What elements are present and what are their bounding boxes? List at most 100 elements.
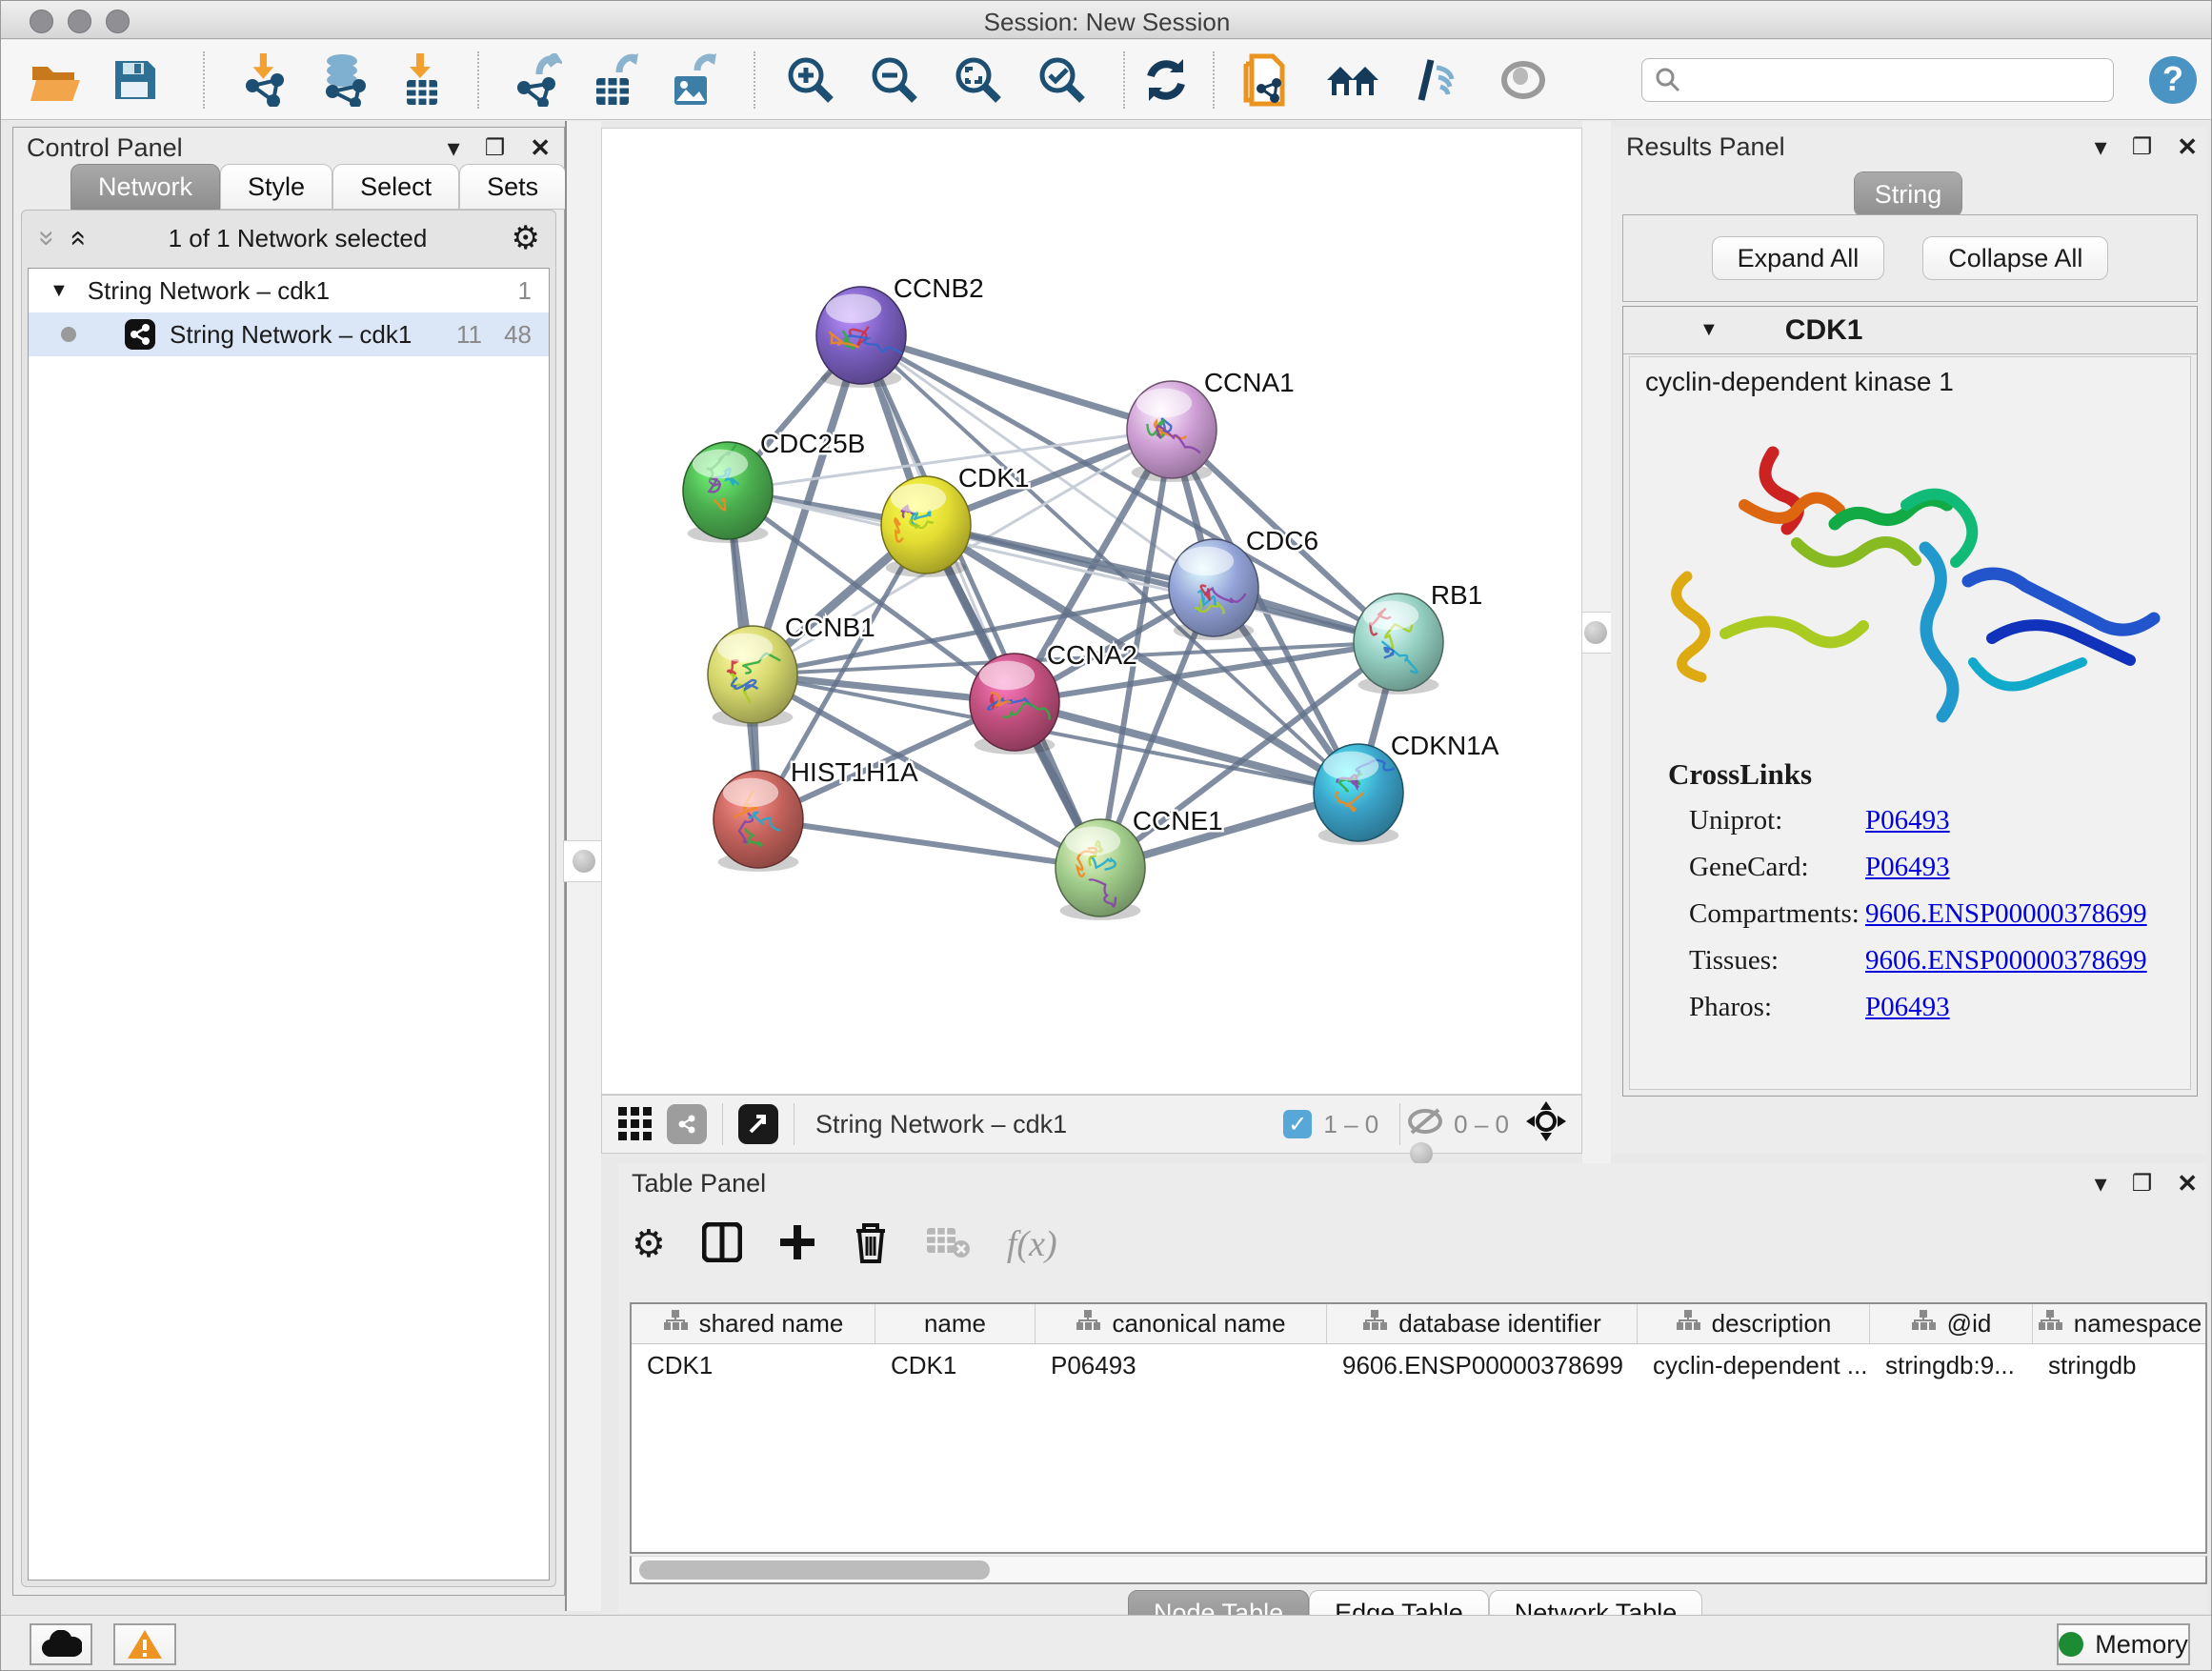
table-settings-gear-icon[interactable]: ⚙ xyxy=(632,1222,666,1266)
tab-select[interactable]: Select xyxy=(332,164,459,210)
crosslink-link[interactable]: 9606.ENSP00000378699 xyxy=(1865,898,2147,930)
column-header-name[interactable]: name xyxy=(875,1304,1036,1343)
crosslink-link[interactable]: 9606.ENSP00000378699 xyxy=(1865,945,2147,976)
search-input[interactable] xyxy=(1641,58,2114,102)
float-panel-icon[interactable]: ❐ xyxy=(485,134,506,162)
cloud-button[interactable] xyxy=(30,1623,92,1665)
control-panel-title: Control Panel xyxy=(27,133,183,163)
import-network-file-icon[interactable] xyxy=(239,53,292,107)
table-header-row: shared namenamecanonical namedatabase id… xyxy=(632,1304,2205,1344)
column-namespace-icon xyxy=(1362,1309,1387,1339)
protein-structure-image xyxy=(1630,414,2163,748)
crosslink-link[interactable]: P06493 xyxy=(1865,852,1950,883)
scrollbar-thumb[interactable] xyxy=(639,1560,990,1580)
memory-button[interactable]: Memory xyxy=(2057,1623,2190,1665)
help-icon[interactable]: ? xyxy=(2146,53,2200,107)
function-builder-icon[interactable]: f(x) xyxy=(1007,1223,1057,1265)
tab-string[interactable]: String xyxy=(1855,172,1961,216)
column-namespace-icon xyxy=(1676,1309,1700,1339)
edge-CCNB2-CCNE1[interactable] xyxy=(861,335,1100,868)
zoom-in-icon[interactable] xyxy=(784,53,837,107)
delete-column-icon[interactable] xyxy=(853,1221,889,1268)
network-row[interactable]: String Network – cdk1 11 48 xyxy=(29,312,549,356)
cell-shared-name[interactable]: CDK1 xyxy=(632,1344,875,1386)
crosslink-label: Tissues: xyxy=(1689,945,1865,976)
crosslink-label: Pharos: xyxy=(1689,992,1865,1023)
hidden-count: 0 – 0 xyxy=(1454,1110,1509,1139)
node-label-CDKN1A: CDKN1A xyxy=(1391,731,1499,760)
collapse-all-button[interactable]: Collapse All xyxy=(1922,236,2108,280)
column-header--id[interactable]: @id xyxy=(1870,1304,2033,1343)
open-in-new-window-icon[interactable] xyxy=(738,1104,778,1144)
cdk1-expander-icon[interactable]: ▼ xyxy=(1699,319,1719,341)
edge-CCNB2-CCNA1[interactable] xyxy=(861,335,1172,430)
column-header-shared-name[interactable]: shared name xyxy=(632,1304,875,1343)
add-column-icon[interactable] xyxy=(778,1223,816,1266)
selected-checkbox-icon[interactable]: ✓ xyxy=(1283,1110,1312,1138)
warning-button[interactable] xyxy=(113,1623,176,1665)
float-results-icon[interactable]: ❐ xyxy=(2132,133,2153,161)
column-header-namespace[interactable]: namespace xyxy=(2033,1304,2207,1343)
collection-expander-icon[interactable]: ▼ xyxy=(50,280,69,302)
birdseye-grid-icon[interactable] xyxy=(613,1097,657,1151)
network-collection-row[interactable]: ▼ String Network – cdk1 1 xyxy=(29,269,549,312)
cell-description[interactable]: cyclin-dependent ... xyxy=(1638,1344,1870,1386)
edge-HIST1H1A-CCNE1[interactable] xyxy=(758,819,1100,868)
export-network-icon[interactable] xyxy=(511,53,564,107)
cell-canonical-name[interactable]: P06493 xyxy=(1036,1344,1327,1386)
document-share-icon[interactable] xyxy=(1239,53,1293,107)
network-share-icon xyxy=(124,318,156,351)
column-header-canonical-name[interactable]: canonical name xyxy=(1036,1304,1327,1343)
show-columns-icon[interactable] xyxy=(702,1222,742,1267)
crosslink-link[interactable]: P06493 xyxy=(1865,805,1950,836)
crosslink-link[interactable]: P06493 xyxy=(1865,992,1950,1023)
collapse-results-icon[interactable]: ▾ xyxy=(2095,132,2107,162)
open-session-icon[interactable] xyxy=(30,53,83,107)
cell-database-identifier[interactable]: 9606.ENSP00000378699 xyxy=(1327,1344,1638,1386)
column-header-database-identifier[interactable]: database identifier xyxy=(1327,1304,1638,1343)
close-panel-icon[interactable]: ✕ xyxy=(530,133,551,163)
expand-all-button[interactable]: Expand All xyxy=(1712,236,1885,280)
network-canvas[interactable]: CCNB2CCNA1CDC25BCDK1CDC6RB1CCNB1CCNA2CDK… xyxy=(601,128,1582,1095)
export-image-icon[interactable] xyxy=(667,53,720,107)
selected-count: 1 – 0 xyxy=(1323,1110,1378,1139)
zoom-out-icon[interactable] xyxy=(868,53,921,107)
left-splitter[interactable] xyxy=(565,121,601,1611)
network-status-dot xyxy=(61,327,76,342)
horizontal-splitter[interactable] xyxy=(601,1154,1582,1163)
save-session-icon[interactable] xyxy=(108,53,161,107)
home-network-icon[interactable] xyxy=(1325,53,1378,107)
refresh-icon[interactable] xyxy=(1139,53,1193,107)
network-options-gear-icon[interactable]: ⚙ xyxy=(512,219,540,257)
collapse-table-icon[interactable]: ▾ xyxy=(2095,1169,2107,1198)
cell-name[interactable]: CDK1 xyxy=(875,1344,1036,1386)
expand-all-networks-icon[interactable]: » xyxy=(60,231,92,247)
collapse-panel-icon[interactable]: ▾ xyxy=(448,133,460,163)
table-horizontal-scrollbar[interactable] xyxy=(630,1556,2207,1584)
close-results-icon[interactable]: ✕ xyxy=(2177,132,2198,162)
cell-namespace[interactable]: stringdb xyxy=(2033,1344,2207,1386)
zoom-fit-icon[interactable] xyxy=(952,53,1005,107)
delete-table-icon[interactable] xyxy=(925,1224,971,1265)
cell--id[interactable]: stringdb:9... xyxy=(1870,1344,2033,1386)
import-table-icon[interactable] xyxy=(395,53,449,107)
tab-network[interactable]: Network xyxy=(70,164,220,210)
import-network-database-icon[interactable] xyxy=(317,53,371,107)
float-table-icon[interactable]: ❐ xyxy=(2132,1170,2153,1198)
export-table-icon[interactable] xyxy=(589,53,642,107)
node-label-RB1: RB1 xyxy=(1431,580,1482,610)
tab-style[interactable]: Style xyxy=(220,164,332,210)
left-splitter-grip[interactable] xyxy=(563,840,605,882)
hide-glasses-icon[interactable] xyxy=(1411,53,1464,107)
collapse-all-networks-icon[interactable]: » xyxy=(30,231,63,247)
column-header-description[interactable]: description xyxy=(1638,1304,1870,1343)
node-label-CCNA1: CCNA1 xyxy=(1204,368,1295,397)
close-table-icon[interactable]: ✕ xyxy=(2177,1169,2198,1198)
zoom-selected-icon[interactable] xyxy=(1036,53,1089,107)
pan-crosshair-icon[interactable] xyxy=(1526,1101,1566,1148)
eye-icon[interactable] xyxy=(1497,53,1550,107)
table-row[interactable]: CDK1CDK1P064939606.ENSP00000378699cyclin… xyxy=(632,1344,2205,1386)
crosslinks-title: CrossLinks xyxy=(1668,757,2147,792)
tab-sets[interactable]: Sets xyxy=(459,164,566,210)
network-share-badge-icon[interactable] xyxy=(667,1104,707,1144)
